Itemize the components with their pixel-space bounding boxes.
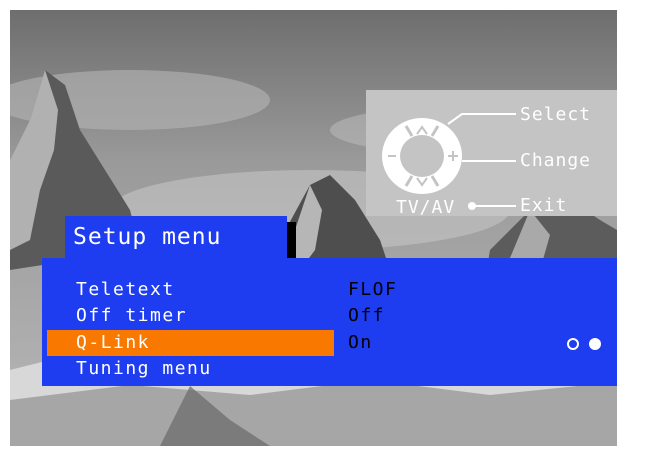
menu-item-value: FLOF <box>348 279 398 300</box>
menu-item-value: On <box>348 332 373 353</box>
select-hint-label: Select <box>520 104 592 125</box>
menu-item-label: Teletext <box>76 279 175 300</box>
menu-item-value: Off <box>348 305 386 326</box>
menu-row-off-timer[interactable]: Off timer Off <box>42 303 617 329</box>
menu-title: Setup menu <box>65 216 287 258</box>
page-dot-empty-icon <box>567 338 579 350</box>
change-hint-label: Change <box>520 150 592 171</box>
remote-hint-panel: Select Change Exit TV/AV <box>366 90 617 218</box>
page-dot-filled-icon <box>589 338 601 350</box>
menu-row-tuning-menu[interactable]: Tuning menu <box>42 356 617 382</box>
menu-item-label: Q-Link <box>76 332 151 353</box>
menu-item-label: Tuning menu <box>76 358 212 379</box>
tvav-hint-label: TV/AV <box>396 197 456 218</box>
page-indicator <box>567 337 609 355</box>
menu-row-teletext[interactable]: Teletext FLOF <box>42 277 617 303</box>
menu-item-label: Off timer <box>76 305 188 326</box>
exit-hint-label: Exit <box>520 195 568 216</box>
menu-row-q-link[interactable]: Q-Link On <box>42 330 617 356</box>
setup-menu-panel: Teletext FLOF Off timer Off Q-Link On Tu… <box>42 258 617 386</box>
tv-screen: Select Change Exit TV/AV Setup menu Tele… <box>10 10 617 446</box>
